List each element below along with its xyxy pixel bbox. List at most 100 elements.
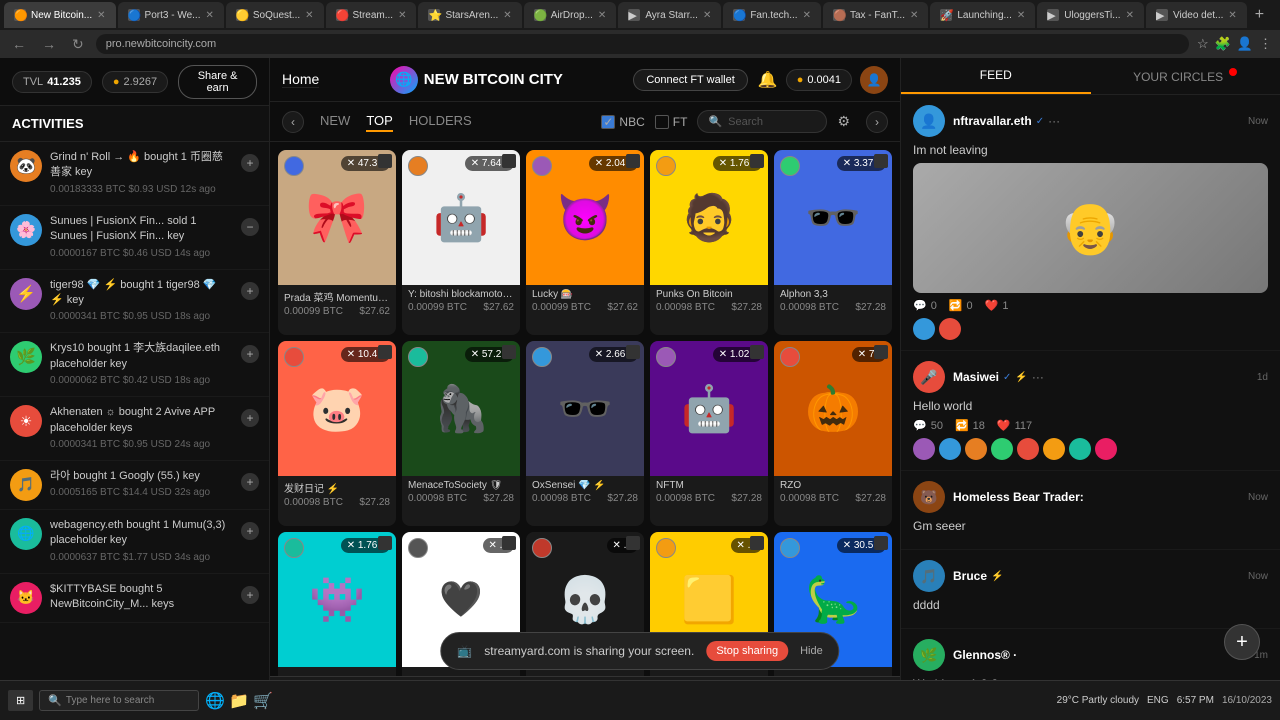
taskbar-chrome-icon[interactable]: 🌐	[205, 691, 225, 711]
nft-menu-8[interactable]	[750, 345, 764, 359]
extensions-icon[interactable]: 🧩	[1215, 36, 1231, 52]
tab-close-ayra[interactable]: ✕	[703, 10, 711, 21]
nft-card-1[interactable]: 🤖 ✕ 7.64K Y: bitoshi blockamoto 🎩 B... 0…	[402, 150, 520, 335]
nft-card-2[interactable]: 😈 ✕ 2.04K Lucky 🎰 0.00099 BTC $27.62	[526, 150, 644, 335]
tab-close-stars[interactable]: ✕	[503, 10, 511, 21]
tab-close-vloggers[interactable]: ✕	[1126, 10, 1134, 21]
post-avatar-2[interactable]: 🐻	[913, 481, 945, 513]
tab-close-port3[interactable]: ✕	[205, 10, 213, 21]
tab-vloggers[interactable]: ▶ UloggersTi... ✕	[1037, 2, 1144, 28]
nft-card-9[interactable]: 🎃 ✕ 78 RZO 0.00098 BTC $27.28	[774, 341, 892, 526]
nft-card-7[interactable]: 🕶️ ✕ 2.66K OxSensei 💎 ⚡ 0.00098 BTC $27.…	[526, 341, 644, 526]
search-box[interactable]: 🔍 Search	[697, 110, 827, 133]
nft-card-3[interactable]: 🧔 ✕ 1.76K Punks On Bitcoin 0.00098 BTC $…	[650, 150, 768, 335]
tab-close-airdrop[interactable]: ✕	[598, 10, 606, 21]
activity-item-6[interactable]: 🌐 webagency.eth bought 1 Mumu(3,3) place…	[0, 510, 269, 574]
new-tab-button[interactable]: +	[1249, 6, 1270, 24]
start-button[interactable]: ⊞	[8, 690, 33, 711]
menu-icon[interactable]: ⋮	[1259, 36, 1272, 52]
tab-holders[interactable]: HOLDERS	[409, 111, 472, 132]
nft-card-5[interactable]: 🐷 ✕ 10.4K 发财日记 ⚡ 0.00098 BTC $27.28	[278, 341, 396, 526]
activity-item-5[interactable]: 🎵 라아 bought 1 Googly (55.) key 0.0005165…	[0, 461, 269, 510]
nav-next-button[interactable]: ›	[866, 111, 888, 133]
tab-stream[interactable]: 🔴 Stream... ✕	[326, 2, 417, 28]
nft-card-0[interactable]: 🎀 ✕ 47.3K Prada 菜鸡 Momentum Cap... 0.000…	[278, 150, 396, 335]
post-avatar-3[interactable]: 🎵	[913, 560, 945, 592]
tab-newbitcoincity[interactable]: 🟠 New Bitcoin... ✕	[4, 2, 116, 28]
nft-menu-10[interactable]	[378, 536, 392, 550]
nft-menu-2[interactable]	[626, 154, 640, 168]
tab-ayra[interactable]: ▶ Ayra Starr... ✕	[618, 2, 721, 28]
tab-new[interactable]: NEW	[320, 111, 350, 132]
activity-item-0[interactable]: 🐼 Grind n' Roll → 🔥 bought 1 币圈慈善家 key 0…	[0, 142, 269, 206]
post-avatar-0[interactable]: 👤	[913, 105, 945, 137]
tab-stars[interactable]: ⭐ StarsAren... ✕	[418, 2, 521, 28]
share-earn-button[interactable]: Share & earn	[178, 65, 257, 99]
nav-prev-button[interactable]: ‹	[282, 111, 304, 133]
nbc-checkbox[interactable]: ✓	[601, 115, 615, 129]
activity-follow-1[interactable]: −	[241, 218, 259, 236]
tab-close-soquest[interactable]: ✕	[305, 10, 313, 21]
tab-fantech[interactable]: 🔵 Fan.tech... ✕	[723, 2, 821, 28]
nft-menu-7[interactable]	[626, 345, 640, 359]
activity-follow-0[interactable]: +	[241, 154, 259, 172]
post-avatar-4[interactable]: 🌿	[913, 639, 945, 671]
forward-button[interactable]: →	[38, 34, 60, 54]
activity-follow-5[interactable]: +	[241, 473, 259, 491]
nbc-filter[interactable]: ✓ NBC	[601, 115, 644, 129]
tab-circles[interactable]: YOUR CIRCLES	[1091, 58, 1280, 94]
taskbar-store-icon[interactable]: 🛒	[253, 691, 273, 711]
filter-options-icon[interactable]: ⚙	[837, 113, 850, 130]
tab-launch[interactable]: 🚀 Launching... ✕	[930, 2, 1035, 28]
connect-wallet-button[interactable]: Connect FT wallet	[633, 69, 747, 91]
ft-checkbox[interactable]	[655, 115, 669, 129]
tab-tax[interactable]: 🟤 Tax - FanT... ✕	[823, 2, 928, 28]
nft-card-6[interactable]: 🦍 ✕ 57.2K MenaceToSociety 🛡 0.00098 BTC …	[402, 341, 520, 526]
activity-item-2[interactable]: ⚡ tiger98 💎 ⚡ bought 1 tiger98 💎 ⚡ key 0…	[0, 270, 269, 334]
stop-sharing-button[interactable]: Stop sharing	[706, 641, 788, 661]
taskbar-explorer-icon[interactable]: 📁	[229, 691, 249, 711]
nft-menu-0[interactable]	[378, 154, 392, 168]
tab-video[interactable]: ▶ Video det... ✕	[1146, 2, 1247, 28]
post-comment-0[interactable]: 💬 0	[913, 299, 937, 312]
activity-item-3[interactable]: 🌿 Krys10 bought 1 李大族daqilee.eth placeho…	[0, 333, 269, 397]
post-like-0[interactable]: ❤️ 1	[985, 299, 1009, 312]
tab-feed[interactable]: FEED	[901, 58, 1091, 94]
bookmark-icon[interactable]: ☆	[1197, 36, 1209, 52]
tab-close-fantech[interactable]: ✕	[803, 10, 811, 21]
activity-item-4[interactable]: ☀ Akhenaten ☼ bought 2 Avive APP placeho…	[0, 397, 269, 461]
hide-notification-button[interactable]: Hide	[800, 645, 823, 657]
post-comment-1[interactable]: 💬 50	[913, 419, 943, 432]
profile-icon[interactable]: 👤	[1237, 36, 1253, 52]
tab-soquest[interactable]: 🟡 SoQuest... ✕	[226, 2, 324, 28]
tab-airdrop[interactable]: 🟢 AirDrop... ✕	[524, 2, 617, 28]
activity-item-1[interactable]: 🌸 Sunues | FusionX Fin... sold 1 Sunues …	[0, 206, 269, 270]
activity-follow-2[interactable]: +	[241, 282, 259, 300]
home-tab[interactable]: Home	[282, 71, 319, 87]
reload-button[interactable]: ↻	[68, 34, 88, 55]
tab-close[interactable]: ✕	[97, 10, 105, 21]
ft-filter[interactable]: FT	[655, 115, 688, 129]
tab-top[interactable]: TOP	[366, 111, 393, 132]
back-button[interactable]: ←	[8, 34, 30, 54]
activity-item-7[interactable]: 🐱 $KITTYBASE bought 5 NewBitcoinCity_M..…	[0, 574, 269, 624]
post-retweet-1[interactable]: 🔁 18	[955, 419, 985, 432]
nft-menu-4[interactable]	[874, 154, 888, 168]
nft-menu-14[interactable]	[874, 536, 888, 550]
activity-follow-7[interactable]: +	[241, 586, 259, 604]
tab-close-tax[interactable]: ✕	[910, 10, 918, 21]
nft-card-4[interactable]: 🕶️ ✕ 3.37K Alphon 3,3 0.00098 BTC $27.28	[774, 150, 892, 335]
nft-menu-13[interactable]	[750, 536, 764, 550]
post-retweet-0[interactable]: 🔁 0	[949, 299, 973, 312]
activity-follow-6[interactable]: +	[241, 522, 259, 540]
nft-menu-6[interactable]	[502, 345, 516, 359]
tab-port3[interactable]: 🔵 Port3 - We... ✕	[118, 2, 224, 28]
nft-menu-12[interactable]	[626, 536, 640, 550]
activity-follow-3[interactable]: +	[241, 345, 259, 363]
nft-menu-5[interactable]	[378, 345, 392, 359]
tab-close-stream[interactable]: ✕	[398, 10, 406, 21]
add-post-button[interactable]: +	[1224, 624, 1260, 660]
search-bar-taskbar[interactable]: 🔍 Type here to search	[39, 690, 199, 711]
nft-menu-11[interactable]	[502, 536, 516, 550]
nft-menu-9[interactable]	[874, 345, 888, 359]
